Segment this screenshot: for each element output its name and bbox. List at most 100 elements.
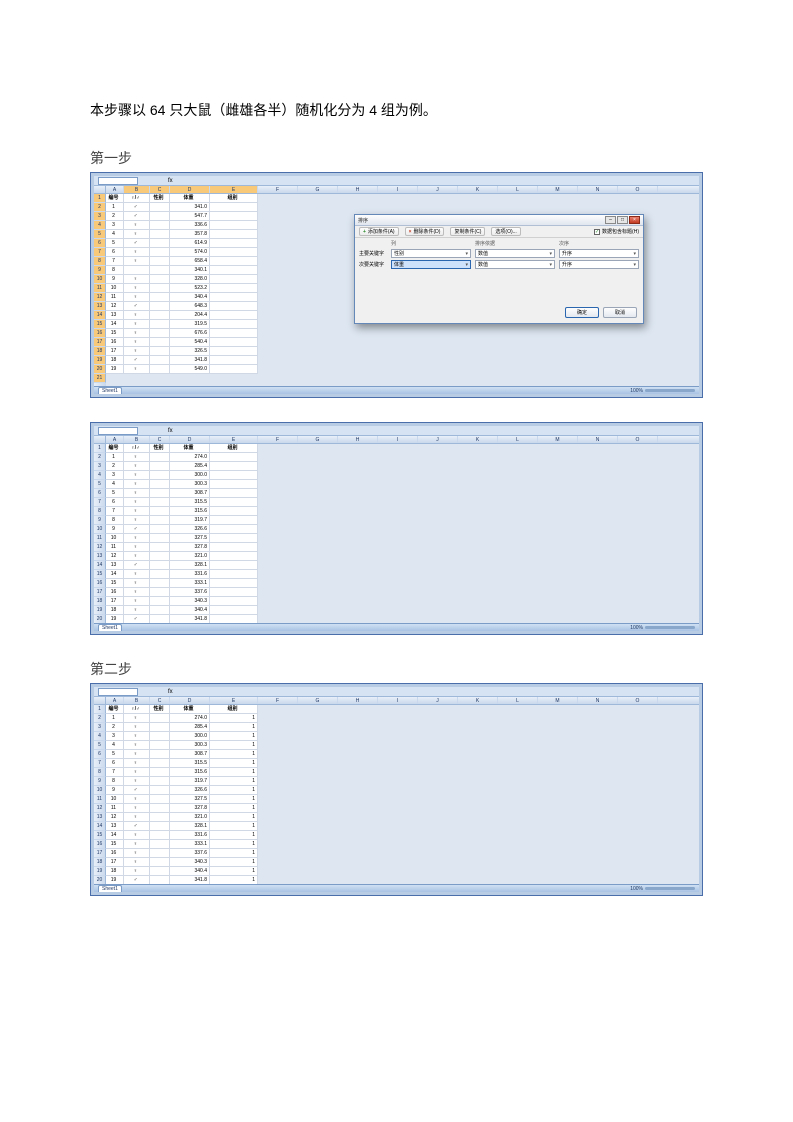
data-cell[interactable]	[150, 606, 170, 614]
data-cell[interactable]: 321.0	[170, 813, 210, 821]
data-cell[interactable]: 1	[210, 876, 258, 884]
primary-column-dropdown[interactable]: 性别▾	[391, 249, 471, 258]
data-cell[interactable]	[210, 266, 258, 274]
column-header-B[interactable]: B	[124, 697, 150, 704]
data-cell[interactable]: ♂	[124, 212, 150, 220]
column-header-B[interactable]: B	[124, 436, 150, 443]
data-cell[interactable]: 331.6	[170, 570, 210, 578]
row-header-4[interactable]: 4	[94, 732, 106, 741]
data-cell[interactable]: 1	[210, 840, 258, 848]
data-cell[interactable]: 18	[106, 606, 124, 614]
column-header-A[interactable]: A	[106, 697, 124, 704]
data-cell[interactable]: ♀	[124, 284, 150, 292]
header-cell[interactable]: 编号	[106, 194, 124, 202]
row-header-2[interactable]: 2	[94, 453, 106, 462]
data-cell[interactable]: 328.0	[170, 275, 210, 283]
data-cell[interactable]	[150, 347, 170, 355]
data-cell[interactable]	[210, 230, 258, 238]
data-cell[interactable]: ♀	[124, 471, 150, 479]
column-header-B[interactable]: B	[124, 186, 150, 193]
column-header-C[interactable]: C	[150, 436, 170, 443]
delete-level-button[interactable]: ×删除条件(D)	[405, 227, 445, 236]
close-button[interactable]: ×	[629, 216, 640, 224]
data-cell[interactable]	[150, 480, 170, 488]
row-header-13[interactable]: 13	[94, 552, 106, 561]
row-header-5[interactable]: 5	[94, 230, 106, 239]
data-cell[interactable]: 331.6	[170, 831, 210, 839]
header-cell[interactable]: 编号	[106, 705, 124, 713]
data-cell[interactable]	[150, 338, 170, 346]
data-cell[interactable]: 9	[106, 525, 124, 533]
row-header-19[interactable]: 19	[94, 356, 106, 365]
data-cell[interactable]: 327.5	[170, 534, 210, 542]
data-cell[interactable]	[150, 471, 170, 479]
data-cell[interactable]: 16	[106, 588, 124, 596]
row-header-13[interactable]: 13	[94, 302, 106, 311]
data-cell[interactable]: 1	[210, 759, 258, 767]
data-cell[interactable]	[150, 320, 170, 328]
data-cell[interactable]: 523.2	[170, 284, 210, 292]
data-cell[interactable]: ♀	[124, 588, 150, 596]
data-cell[interactable]	[210, 552, 258, 560]
data-cell[interactable]: ♀	[124, 867, 150, 875]
data-cell[interactable]: 1	[210, 867, 258, 875]
row-header-19[interactable]: 19	[94, 606, 106, 615]
data-cell[interactable]: ♀	[124, 750, 150, 758]
column-header-N[interactable]: N	[578, 436, 618, 443]
data-cell[interactable]: 274.0	[170, 714, 210, 722]
data-cell[interactable]	[150, 230, 170, 238]
header-cell[interactable]: ♀/♂	[124, 444, 150, 452]
row-header-18[interactable]: 18	[94, 597, 106, 606]
column-header-J[interactable]: J	[418, 186, 458, 193]
column-header-E[interactable]: E	[210, 186, 258, 193]
row-header-6[interactable]: 6	[94, 239, 106, 248]
primary-sorton-dropdown[interactable]: 数值▾	[475, 249, 555, 258]
data-cell[interactable]	[210, 534, 258, 542]
data-cell[interactable]: 1	[210, 741, 258, 749]
column-headers[interactable]: ABCDEFGHIJKLMNO	[94, 697, 699, 705]
data-cell[interactable]	[150, 534, 170, 542]
column-header-K[interactable]: K	[458, 436, 498, 443]
data-cell[interactable]: 333.1	[170, 840, 210, 848]
data-cell[interactable]: 2	[106, 212, 124, 220]
data-cell[interactable]	[210, 284, 258, 292]
data-cell[interactable]: 319.5	[170, 320, 210, 328]
data-cell[interactable]: 8	[106, 266, 124, 274]
data-cell[interactable]: 319.7	[170, 777, 210, 785]
column-header-F[interactable]: F	[258, 697, 298, 704]
data-cell[interactable]	[210, 606, 258, 614]
data-cell[interactable]: 285.4	[170, 723, 210, 731]
data-cell[interactable]: 327.8	[170, 543, 210, 551]
data-cell[interactable]	[150, 453, 170, 461]
data-cell[interactable]	[210, 561, 258, 569]
column-headers[interactable]: ABCDEFGHIJKLMNO	[94, 436, 699, 444]
data-cell[interactable]: 4	[106, 480, 124, 488]
data-cell[interactable]	[150, 588, 170, 596]
data-cell[interactable]: ♂	[124, 302, 150, 310]
header-cell[interactable]: 体重	[170, 444, 210, 452]
cells-area[interactable]: 编号♀/♂性别体重组别1♀274.02♀285.43♀300.04♀300.35…	[106, 444, 699, 623]
column-header-L[interactable]: L	[498, 436, 538, 443]
data-cell[interactable]	[210, 212, 258, 220]
row-header-13[interactable]: 13	[94, 813, 106, 822]
data-cell[interactable]	[150, 615, 170, 623]
row-header-9[interactable]: 9	[94, 777, 106, 786]
data-cell[interactable]: 12	[106, 552, 124, 560]
data-cell[interactable]	[150, 239, 170, 247]
data-cell[interactable]	[150, 302, 170, 310]
data-cell[interactable]	[150, 732, 170, 740]
column-header-O[interactable]: O	[618, 697, 658, 704]
column-header-I[interactable]: I	[378, 436, 418, 443]
formula-bar[interactable]: fx	[94, 687, 699, 697]
data-cell[interactable]: 3	[106, 732, 124, 740]
data-cell[interactable]	[150, 831, 170, 839]
data-cell[interactable]: 326.6	[170, 525, 210, 533]
data-cell[interactable]: ♀	[124, 570, 150, 578]
fx-icon[interactable]: fx	[168, 178, 173, 184]
row-header-18[interactable]: 18	[94, 347, 106, 356]
data-cell[interactable]: 1	[210, 786, 258, 794]
data-cell[interactable]: ♀	[124, 347, 150, 355]
data-cell[interactable]: 12	[106, 302, 124, 310]
data-cell[interactable]: ♀	[124, 480, 150, 488]
data-cell[interactable]	[150, 579, 170, 587]
